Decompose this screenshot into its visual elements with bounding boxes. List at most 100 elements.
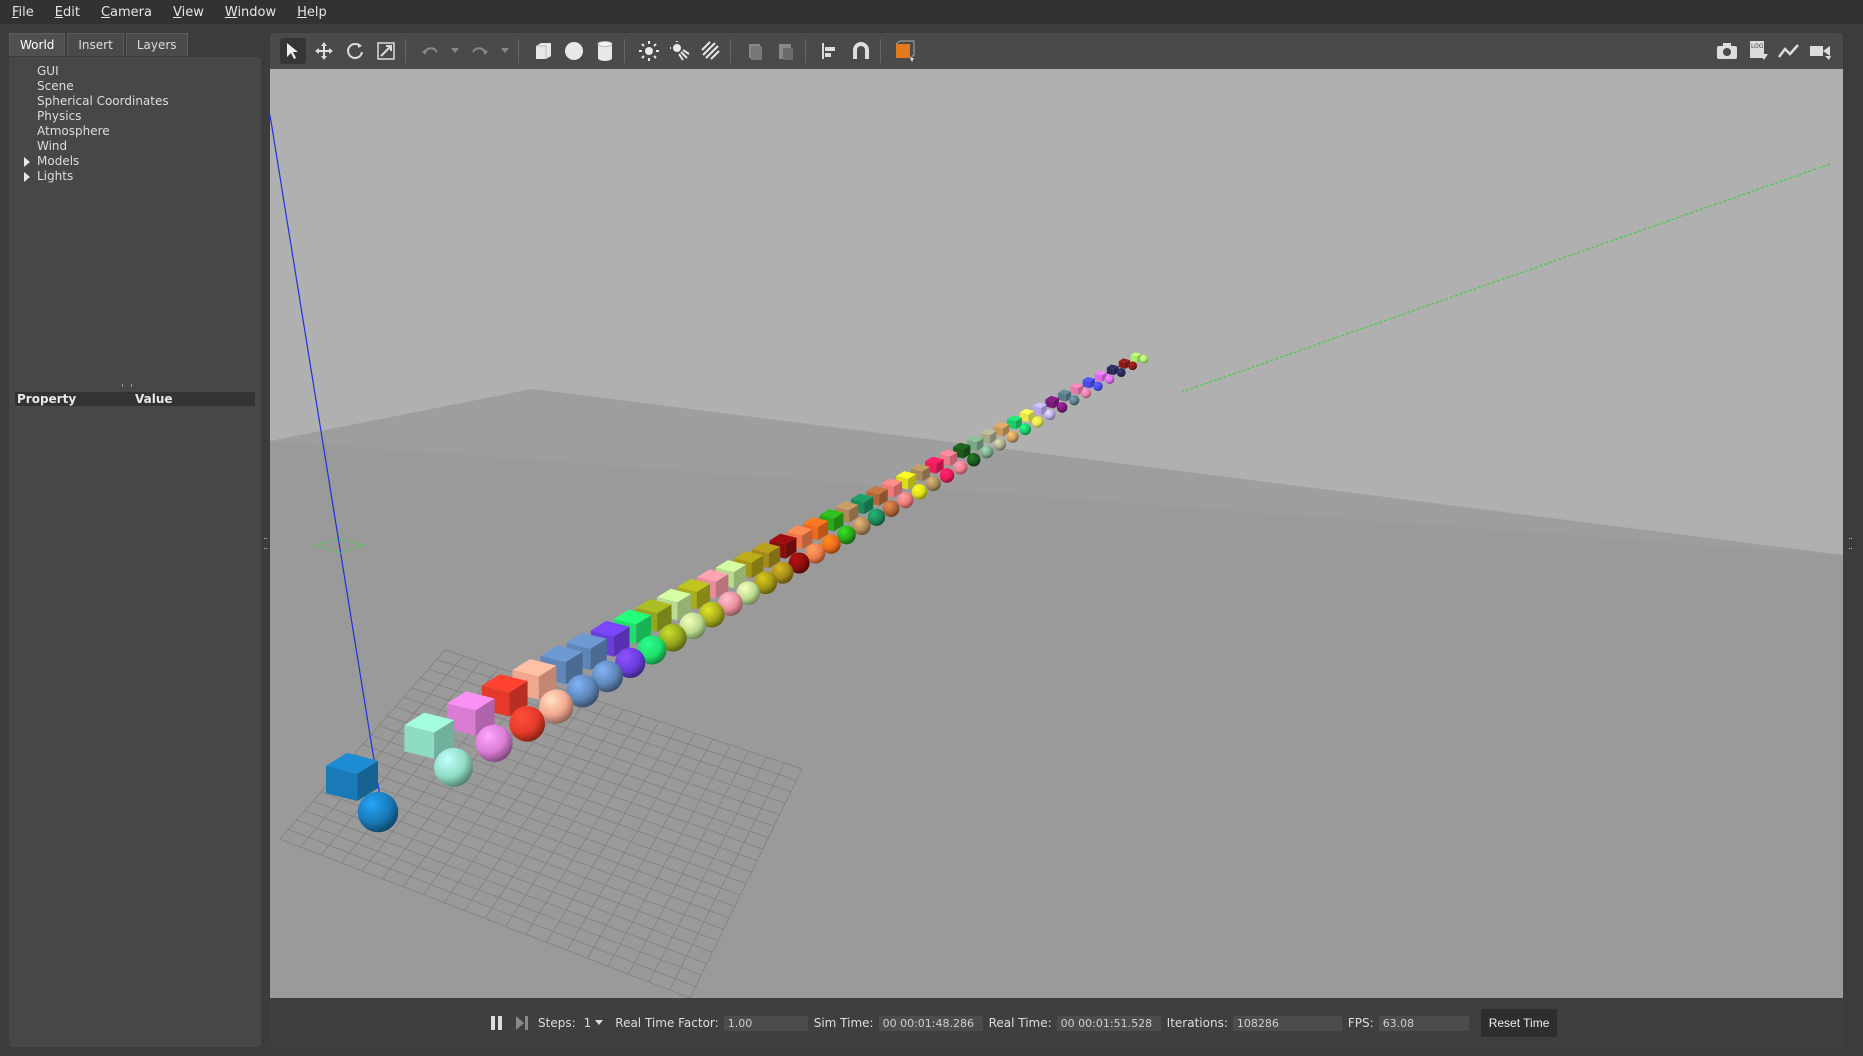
panel-tabs: World Insert Layers [9, 33, 262, 57]
screenshot-icon[interactable] [1714, 38, 1740, 64]
tree-item-wind[interactable]: Wind [37, 139, 169, 154]
rotate-icon[interactable] [342, 38, 368, 64]
tree-item-models[interactable]: Models [24, 154, 169, 169]
left-splitter-handle[interactable] [264, 538, 267, 549]
model-sphere [1116, 367, 1126, 378]
menu-view[interactable]: View [161, 5, 213, 20]
model-sphere [509, 705, 546, 742]
menu-camera[interactable]: Camera [89, 5, 161, 20]
menu-bar: File Edit Camera View Window Help [0, 0, 1863, 24]
snap-icon[interactable] [848, 38, 874, 64]
model-sphere [1044, 409, 1056, 421]
tree-item-scene[interactable]: Scene [37, 79, 169, 94]
toolbar-separator [518, 39, 519, 63]
iterations-label: Iterations: [1166, 1016, 1228, 1030]
menu-window[interactable]: Window [213, 5, 285, 20]
status-bar: Steps: 1 Real Time Factor: 1.00 Sim Time… [270, 998, 1843, 1048]
real-time-value: 00 00:01:51.528 [1056, 1015, 1161, 1031]
sim-time-label: Sim Time: [813, 1016, 874, 1030]
copy-icon[interactable] [742, 38, 768, 64]
translate-icon[interactable] [311, 38, 337, 64]
directional-light-icon[interactable] [698, 38, 724, 64]
menu-help[interactable]: Help [285, 5, 336, 20]
scene-3d-view[interactable] [270, 69, 1843, 998]
model-sphere [1056, 402, 1068, 413]
point-light-icon[interactable] [636, 38, 662, 64]
render-viewport: LOG Steps: 1 Real Time Factor: 1.00 Sim … [270, 33, 1843, 1048]
undo-dropdown-icon[interactable] [448, 38, 462, 64]
record-video-icon[interactable] [1807, 38, 1833, 64]
model-sphere [1093, 381, 1103, 392]
model-sphere [925, 476, 941, 492]
model-sphere [475, 724, 513, 763]
tab-layers[interactable]: Layers [125, 33, 188, 56]
model-sphere [939, 468, 955, 483]
world-panel: GUI Scene Spherical Coordinates Physics … [9, 57, 261, 1047]
right-splitter-handle[interactable] [1849, 538, 1852, 549]
steps-label: Steps: [538, 1016, 576, 1030]
select-icon[interactable] [280, 38, 306, 64]
reset-time-button[interactable]: Reset Time [1480, 1009, 1558, 1037]
model-sphere [993, 438, 1007, 451]
model-sphere [867, 508, 886, 526]
model-sphere [1139, 354, 1149, 364]
menu-edit[interactable]: Edit [43, 5, 89, 20]
world-tree: GUI Scene Spherical Coordinates Physics … [24, 64, 169, 184]
tree-item-label: Models [37, 154, 80, 168]
tree-item-atmosphere[interactable]: Atmosphere [37, 124, 169, 139]
menu-file[interactable]: File [0, 5, 43, 20]
left-panel: World Insert Layers GUI Scene Spherical … [9, 33, 262, 1048]
tree-item-gui[interactable]: GUI [37, 64, 169, 79]
steps-dropdown-icon[interactable] [595, 1020, 604, 1026]
model-sphere [357, 791, 399, 833]
sphere-icon[interactable] [561, 38, 587, 64]
redo-dropdown-icon[interactable] [498, 38, 512, 64]
model-sphere [1104, 374, 1115, 385]
undo-icon[interactable] [417, 38, 443, 64]
model-sphere [1081, 388, 1092, 399]
step-icon[interactable] [512, 1010, 532, 1036]
scale-icon[interactable] [373, 38, 399, 64]
toolbar-right: LOG [1709, 33, 1833, 69]
fps-label: FPS: [1347, 1016, 1374, 1030]
steps-spinbox[interactable]: 1 [584, 1016, 592, 1030]
tab-insert[interactable]: Insert [67, 33, 124, 56]
splitter-handle[interactable] [122, 384, 132, 387]
paste-icon[interactable] [773, 38, 799, 64]
property-column-header[interactable]: Property [15, 392, 135, 406]
model-sphere [1019, 423, 1032, 436]
log-icon[interactable]: LOG [1745, 38, 1771, 64]
model-sphere [1031, 416, 1044, 428]
tree-item-label: Lights [37, 169, 74, 183]
tree-item-spherical-coordinates[interactable]: Spherical Coordinates [37, 94, 169, 109]
tab-world[interactable]: World [9, 33, 66, 56]
model-sphere [953, 460, 968, 475]
model-sphere [1006, 430, 1019, 443]
rtf-value: 1.00 [723, 1015, 808, 1031]
view-angle-icon[interactable] [892, 38, 918, 64]
align-icon[interactable] [817, 38, 843, 64]
expand-arrow-icon[interactable] [24, 157, 30, 167]
toolbar-separator [624, 39, 625, 63]
redo-icon[interactable] [467, 38, 493, 64]
model-sphere [882, 500, 900, 517]
expand-arrow-icon[interactable] [24, 172, 30, 182]
svg-text:LOG: LOG [1751, 43, 1764, 50]
value-column-header[interactable]: Value [135, 392, 173, 406]
model-sphere [434, 747, 473, 787]
plot-icon[interactable] [1776, 38, 1802, 64]
spot-light-icon[interactable] [667, 38, 693, 64]
model-sphere [1128, 361, 1138, 371]
tree-item-physics[interactable]: Physics [37, 109, 169, 124]
model-sphere [539, 689, 574, 724]
pause-icon[interactable] [487, 1010, 507, 1036]
tree-item-lights[interactable]: Lights [24, 169, 169, 184]
cylinder-icon[interactable] [592, 38, 618, 64]
toolbar-separator [405, 39, 406, 63]
box-icon[interactable] [530, 38, 556, 64]
toolbar-separator [880, 39, 881, 63]
real-time-label: Real Time: [988, 1016, 1052, 1030]
toolbar-separator [805, 39, 806, 63]
model-sphere [897, 492, 914, 509]
model-sphere [967, 452, 981, 467]
